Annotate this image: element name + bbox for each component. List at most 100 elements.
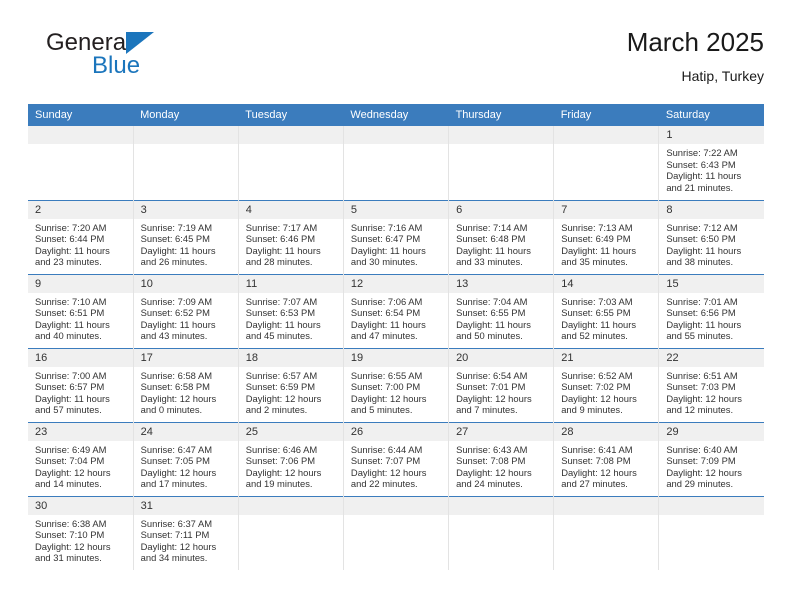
calendar-day-cell[interactable]: 28 Sunrise: 6:41 AM Sunset: 7:08 PM Dayligh…	[553, 421, 660, 496]
calendar-cell-empty	[28, 126, 134, 200]
day-number: 26	[343, 422, 449, 441]
calendar-day-cell[interactable]: 3 Sunrise: 7:19 AM Sunset: 6:45 PM Daylight…	[133, 199, 239, 274]
calendar-day-cell[interactable]: 21 Sunrise: 6:52 AM Sunset: 7:02 PM Dayligh…	[553, 347, 660, 422]
sunset-text: Sunset: 7:10 PM	[35, 529, 105, 541]
day-number	[133, 126, 238, 144]
sunrise-text: Sunrise: 6:40 AM	[666, 443, 738, 455]
daylight-text-line2: and 43 minutes.	[140, 330, 208, 342]
sunset-text: Sunset: 6:55 PM	[561, 307, 631, 319]
calendar-week-row: 16 Sunrise: 7:00 AM Sunset: 6:57 PM Dayligh…	[28, 347, 764, 422]
daylight-text-line2: and 29 minutes.	[666, 478, 734, 490]
sunrise-text: Sunrise: 6:37 AM	[140, 517, 213, 529]
calendar-day-cell[interactable]: 17 Sunrise: 6:58 AM Sunset: 6:58 PM Dayligh…	[133, 347, 239, 422]
daylight-text-line1: Daylight: 12 hours	[666, 466, 742, 478]
calendar-day-cell[interactable]: 10 Sunrise: 7:09 AM Sunset: 6:52 PM Dayligh…	[133, 273, 239, 348]
sunset-text: Sunset: 6:49 PM	[561, 233, 631, 245]
day-details: Sunrise: 6:40 AM Sunset: 7:09 PM Daylight:…	[659, 441, 764, 490]
daylight-text-line2: and 30 minutes.	[350, 256, 418, 268]
day-details: Sunrise: 6:46 AM Sunset: 7:06 PM Daylight:…	[239, 441, 343, 490]
sunrise-text: Sunrise: 7:01 AM	[666, 295, 738, 307]
day-details: Sunrise: 6:38 AM Sunset: 7:10 PM Daylight:…	[28, 515, 133, 564]
logo-text-blue: Blue	[92, 52, 141, 79]
day-number: 15	[659, 274, 764, 293]
sunset-text: Sunset: 6:45 PM	[140, 233, 210, 245]
calendar-day-cell[interactable]: 20 Sunrise: 6:54 AM Sunset: 7:01 PM Dayligh…	[448, 347, 555, 422]
day-number: 10	[133, 274, 238, 293]
calendar-day-cell[interactable]: 15 Sunrise: 7:01 AM Sunset: 6:56 PM Dayligh…	[658, 273, 764, 348]
page-header: General Blue March 2025 Hatip, Turkey	[28, 26, 764, 98]
sunrise-text: Sunrise: 6:44 AM	[350, 443, 423, 455]
calendar-day-cell[interactable]: 12 Sunrise: 7:06 AM Sunset: 6:54 PM Dayligh…	[343, 273, 450, 348]
calendar-day-cell[interactable]: 7 Sunrise: 7:13 AM Sunset: 6:49 PM Daylight…	[553, 199, 660, 274]
daylight-text-line2: and 34 minutes.	[140, 552, 208, 564]
sunrise-text: Sunrise: 7:13 AM	[561, 221, 633, 233]
calendar-day-cell[interactable]: 23 Sunrise: 6:49 AM Sunset: 7:04 PM Dayligh…	[28, 421, 134, 496]
calendar-day-cell[interactable]: 30 Sunrise: 6:38 AM Sunset: 7:10 PM Dayligh…	[28, 495, 134, 570]
day-number: 18	[238, 348, 343, 367]
daylight-text-line1: Daylight: 11 hours	[666, 244, 742, 256]
calendar-day-cell[interactable]: 8 Sunrise: 7:12 AM Sunset: 6:50 PM Daylight…	[658, 199, 764, 274]
sunrise-text: Sunrise: 7:06 AM	[350, 295, 423, 307]
sunrise-text: Sunrise: 6:52 AM	[561, 369, 633, 381]
calendar-day-cell[interactable]: 18 Sunrise: 6:57 AM Sunset: 6:59 PM Dayligh…	[238, 347, 344, 422]
calendar-week-row: 9 Sunrise: 7:10 AM Sunset: 6:51 PM Daylight…	[28, 273, 764, 348]
title-block: March 2025 Hatip, Turkey	[627, 26, 764, 86]
sunset-text: Sunset: 6:47 PM	[350, 233, 421, 245]
page-location: Hatip, Turkey	[681, 68, 764, 84]
weekday-header-saturday: Saturday	[658, 104, 764, 126]
calendar-day-cell[interactable]: 9 Sunrise: 7:10 AM Sunset: 6:51 PM Daylight…	[28, 273, 134, 348]
weekday-header-wednesday: Wednesday	[343, 104, 449, 126]
day-number: 7	[554, 200, 659, 219]
calendar-day-cell[interactable]: 29 Sunrise: 6:40 AM Sunset: 7:09 PM Dayligh…	[658, 421, 764, 496]
day-number: 2	[28, 200, 133, 219]
calendar-day-cell[interactable]: 26 Sunrise: 6:44 AM Sunset: 7:07 PM Dayligh…	[343, 421, 450, 496]
calendar-day-cell[interactable]: 14 Sunrise: 7:03 AM Sunset: 6:55 PM Dayligh…	[553, 273, 660, 348]
day-number: 16	[28, 348, 133, 367]
daylight-text-line1: Daylight: 11 hours	[245, 318, 321, 330]
sunrise-text: Sunrise: 6:46 AM	[245, 443, 318, 455]
daylight-text-line2: and 22 minutes.	[350, 478, 418, 490]
calendar-day-cell[interactable]: 27 Sunrise: 6:43 AM Sunset: 7:08 PM Dayligh…	[448, 421, 555, 496]
day-details: Sunrise: 7:14 AM Sunset: 6:48 PM Daylight:…	[449, 219, 553, 268]
calendar-day-cell[interactable]: 16 Sunrise: 7:00 AM Sunset: 6:57 PM Dayligh…	[28, 347, 134, 422]
calendar-day-cell[interactable]: 5 Sunrise: 7:16 AM Sunset: 6:47 PM Daylight…	[343, 199, 450, 274]
sunrise-text: Sunrise: 6:55 AM	[350, 369, 423, 381]
calendar-day-cell[interactable]: 11 Sunrise: 7:07 AM Sunset: 6:53 PM Dayligh…	[238, 273, 344, 348]
daylight-text-line2: and 55 minutes.	[666, 330, 734, 342]
calendar-day-cell[interactable]: 6 Sunrise: 7:14 AM Sunset: 6:48 PM Daylight…	[448, 199, 555, 274]
calendar-day-cell[interactable]: 19 Sunrise: 6:55 AM Sunset: 7:00 PM Dayligh…	[343, 347, 450, 422]
sunset-text: Sunset: 7:03 PM	[666, 381, 736, 393]
day-number: 30	[28, 496, 133, 515]
calendar-day-cell[interactable]: 4 Sunrise: 7:17 AM Sunset: 6:46 PM Daylight…	[238, 199, 344, 274]
daylight-text-line1: Daylight: 12 hours	[245, 466, 322, 478]
day-number	[554, 496, 659, 515]
sunset-text: Sunset: 6:53 PM	[245, 307, 316, 319]
calendar-cell-empty	[238, 126, 344, 200]
calendar-day-cell[interactable]: 22 Sunrise: 6:51 AM Sunset: 7:03 PM Dayligh…	[658, 347, 764, 422]
calendar-day-cell[interactable]: 31 Sunrise: 6:37 AM Sunset: 7:11 PM Dayligh…	[133, 495, 239, 570]
calendar-day-cell[interactable]: 2 Sunrise: 7:20 AM Sunset: 6:44 PM Daylight…	[28, 199, 134, 274]
day-details: Sunrise: 6:44 AM Sunset: 7:07 PM Daylight:…	[344, 441, 448, 490]
sunrise-text: Sunrise: 6:49 AM	[35, 443, 107, 455]
daylight-text-line1: Daylight: 12 hours	[350, 392, 427, 404]
day-number: 5	[343, 200, 449, 219]
day-number: 27	[449, 422, 554, 441]
day-details: Sunrise: 7:03 AM Sunset: 6:55 PM Daylight:…	[554, 293, 658, 342]
day-number: 28	[554, 422, 659, 441]
day-number: 14	[554, 274, 659, 293]
day-details: Sunrise: 7:13 AM Sunset: 6:49 PM Daylight:…	[554, 219, 658, 268]
daylight-text-line1: Daylight: 12 hours	[456, 466, 532, 478]
calendar-day-cell[interactable]: 13 Sunrise: 7:04 AM Sunset: 6:55 PM Dayligh…	[448, 273, 555, 348]
daylight-text-line1: Daylight: 12 hours	[140, 392, 217, 404]
day-number: 1	[659, 126, 764, 144]
sunset-text: Sunset: 7:11 PM	[140, 529, 210, 541]
calendar-day-cell[interactable]: 1 Sunrise: 7:22 AM Sunset: 6:43 PM Daylight…	[658, 126, 764, 200]
calendar-week-row: 1 Sunrise: 7:22 AM Sunset: 6:43 PM Daylight…	[28, 126, 764, 200]
sunset-text: Sunset: 7:07 PM	[350, 455, 421, 467]
calendar-cell-empty	[448, 495, 555, 570]
daylight-text-line2: and 23 minutes.	[35, 256, 102, 268]
calendar-day-cell[interactable]: 24 Sunrise: 6:47 AM Sunset: 7:05 PM Dayligh…	[133, 421, 239, 496]
calendar-day-cell[interactable]: 25 Sunrise: 6:46 AM Sunset: 7:06 PM Dayligh…	[238, 421, 344, 496]
day-number	[238, 496, 343, 515]
daylight-text-line1: Daylight: 12 hours	[350, 466, 427, 478]
